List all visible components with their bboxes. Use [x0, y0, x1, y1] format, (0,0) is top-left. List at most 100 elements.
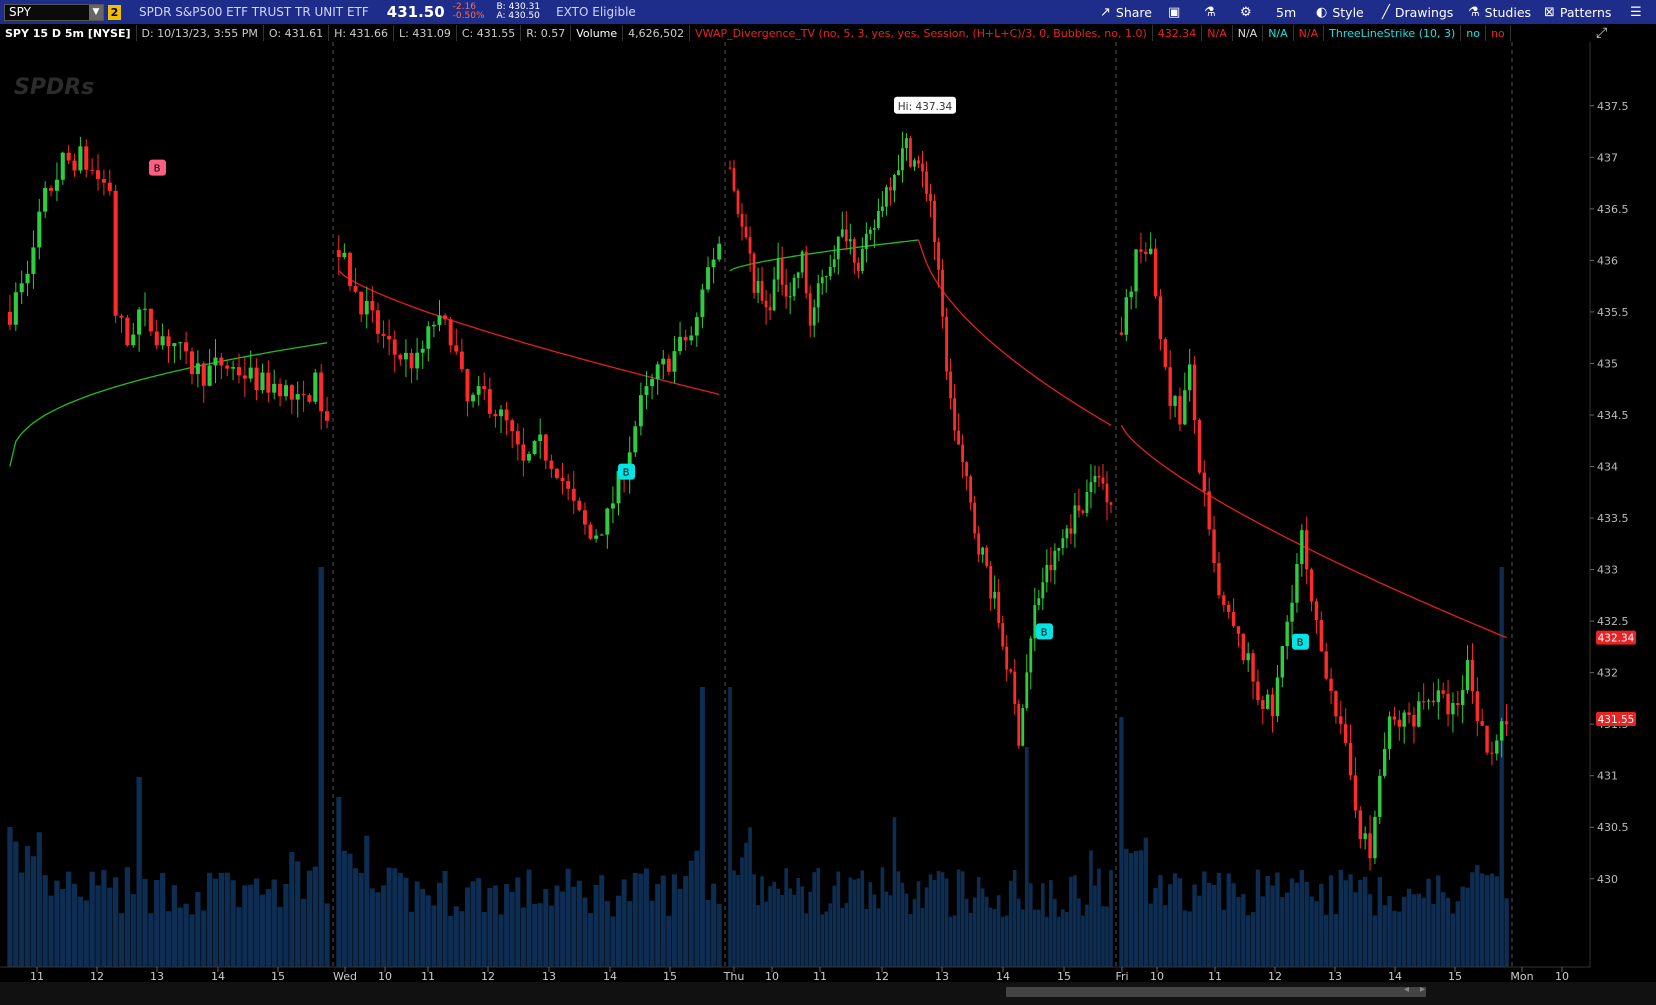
- style-button[interactable]: ◐ Style: [1316, 0, 1364, 24]
- candle-body: [101, 179, 106, 183]
- candle-body: [353, 286, 358, 292]
- candle-body: [1013, 671, 1017, 704]
- candle-body: [969, 476, 973, 503]
- volume-bar: [976, 876, 981, 967]
- flask-button[interactable]: ⚗: [1204, 0, 1221, 24]
- scroll-left-icon[interactable]: ◂: [1404, 984, 1409, 995]
- chart-settings-icon[interactable]: ⤢: [1596, 25, 1607, 41]
- candle-body: [683, 336, 688, 341]
- candle-body: [1421, 701, 1426, 703]
- drawings-button[interactable]: ╱ Drawings: [1382, 0, 1453, 24]
- volume-bar: [130, 894, 136, 967]
- time-tick-label: 12: [875, 970, 889, 982]
- volume-study-label[interactable]: Volume: [571, 25, 624, 41]
- volume-bar: [1255, 869, 1261, 967]
- candle-body: [1314, 601, 1319, 621]
- candle-body: [812, 307, 816, 326]
- volume-bar: [1377, 877, 1383, 967]
- candle-body: [1001, 623, 1005, 647]
- scroll-right-icon[interactable]: ▸: [1420, 984, 1425, 995]
- candle-body: [1045, 564, 1049, 583]
- volume-bar: [1280, 897, 1285, 967]
- candle-body: [816, 283, 820, 308]
- candle-body: [1173, 396, 1177, 406]
- chevron-down-icon[interactable]: ▼: [89, 4, 103, 20]
- candle-body: [521, 444, 526, 461]
- horizontal-scrollbar[interactable]: [1006, 987, 1426, 997]
- candle-body: [131, 334, 136, 346]
- candle-body: [571, 488, 576, 501]
- volume-bar: [744, 842, 748, 967]
- exto-badge[interactable]: EXTO Eligible: [556, 5, 636, 19]
- candle-body: [1319, 620, 1324, 652]
- volume-bar: [312, 866, 318, 967]
- candle-body: [824, 276, 828, 278]
- price-chart[interactable]: SPDRs BBBB 430430.5431431.5432432.543343…: [0, 42, 1656, 982]
- volume-bar: [1101, 906, 1105, 967]
- volume-bar: [984, 896, 989, 967]
- candle-body: [549, 460, 554, 469]
- candle-body: [706, 267, 710, 290]
- volume-bar: [832, 885, 837, 967]
- link-group-badge[interactable]: 2: [108, 4, 121, 20]
- candle-body: [1265, 694, 1270, 709]
- timeframe-button[interactable]: 5m: [1276, 0, 1296, 24]
- volume-bar: [740, 857, 744, 967]
- price-tick-label: 436.5: [1597, 203, 1629, 216]
- candle-body: [1057, 548, 1061, 551]
- time-tick-label: 12: [1268, 970, 1282, 982]
- candle-body: [178, 342, 183, 344]
- candle-body: [1460, 690, 1465, 706]
- volume-bar: [1411, 894, 1417, 967]
- candle-body: [1270, 694, 1275, 716]
- volume-bar: [532, 903, 538, 967]
- candle-body: [1148, 248, 1153, 254]
- volume-bar: [756, 905, 760, 967]
- volume-bar: [792, 894, 796, 967]
- candle-body: [977, 533, 981, 555]
- share-button[interactable]: ↗ Share: [1100, 0, 1152, 24]
- candle-body: [594, 535, 599, 539]
- candle-body: [272, 383, 277, 393]
- candle-body: [195, 363, 200, 375]
- volume-bar: [788, 888, 792, 967]
- symbol-text[interactable]: SPY: [9, 5, 31, 19]
- candle-body: [48, 188, 54, 191]
- time-tick-label: 10: [378, 970, 392, 982]
- volume-bar: [71, 883, 78, 967]
- volume-bar: [660, 875, 666, 967]
- candle-body: [711, 259, 716, 268]
- settings-button[interactable]: ⚙: [1240, 0, 1257, 24]
- candle-body: [1256, 681, 1260, 701]
- candle-body: [1192, 364, 1197, 421]
- candle-body: [941, 269, 944, 317]
- candle-body: [1334, 691, 1338, 717]
- candle-body: [1470, 659, 1475, 692]
- candle-body: [437, 315, 442, 325]
- volume-bar: [1475, 865, 1480, 967]
- snapshot-button[interactable]: ▣: [1168, 0, 1185, 24]
- candle-body: [325, 411, 330, 421]
- candle-body: [1124, 297, 1129, 335]
- menu-button[interactable]: ☰: [1630, 0, 1647, 24]
- candle-body: [207, 365, 212, 386]
- vwap-study-label[interactable]: VWAP_Divergence_TV (no, 5, 3, yes, yes, …: [690, 25, 1153, 41]
- candle-body: [225, 365, 230, 369]
- candle-body: [905, 138, 908, 149]
- candle-body: [1304, 530, 1309, 570]
- volume-bar: [124, 867, 131, 967]
- volume-bar: [520, 907, 526, 967]
- studies-button[interactable]: ⚗ Studies: [1468, 0, 1531, 24]
- volume-bar: [1431, 904, 1436, 967]
- candle-body: [19, 283, 24, 293]
- threelinestrike-study-label[interactable]: ThreeLineStrike (10, 3): [1324, 25, 1462, 41]
- change-percent: -0.50%: [452, 11, 485, 21]
- volume-bar: [992, 909, 997, 967]
- symbol-selector[interactable]: SPY ▼: [4, 3, 104, 21]
- volume-bar: [964, 898, 969, 967]
- candle-body: [1285, 621, 1289, 647]
- patterns-button[interactable]: ⊠ Patterns: [1544, 0, 1611, 24]
- volume-bar: [888, 895, 893, 967]
- time-tick-label: 15: [1057, 970, 1071, 982]
- candle-body: [828, 267, 832, 277]
